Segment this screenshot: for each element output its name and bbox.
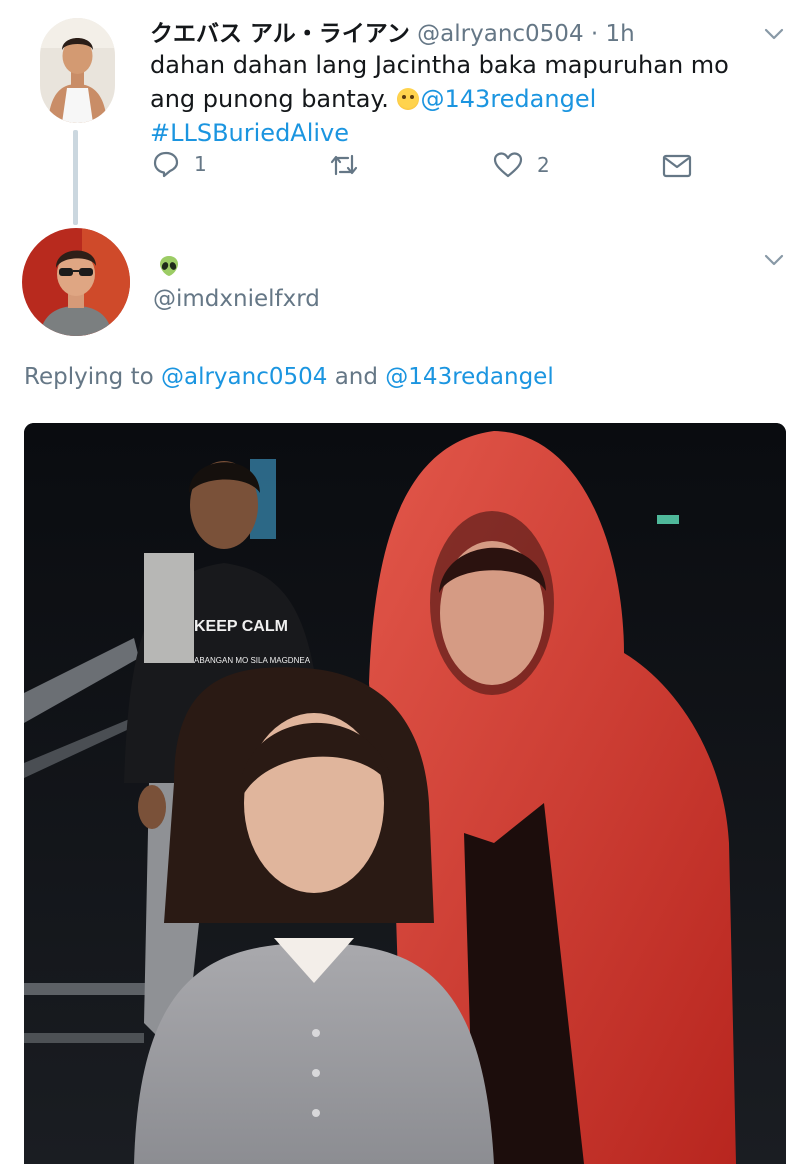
reply-menu-chevron-icon[interactable]: [764, 252, 784, 271]
parent-timestamp[interactable]: 1h: [606, 21, 635, 47]
face-emoji-icon: [396, 88, 419, 110]
alien-emoji-icon: [157, 254, 181, 278]
parent-name-row: クエバス アル・ライアン @alryanc0504 · 1h: [150, 14, 635, 48]
reply-icon: [153, 151, 179, 178]
time-separator: ·: [590, 21, 599, 47]
shirt-text: KEEP CALM: [194, 618, 288, 635]
reply-avatar[interactable]: [22, 228, 130, 336]
parent-avatar[interactable]: [40, 18, 115, 123]
replying-prefix: Replying to: [24, 364, 154, 390]
replying-and: and: [334, 364, 378, 390]
parent-tweet-text: dahan dahan lang Jacintha baka mapuruhan…: [150, 48, 770, 150]
hashtag-link[interactable]: #LLSBuriedAlive: [150, 119, 349, 147]
heart-icon: [493, 152, 523, 178]
envelope-icon: [662, 154, 692, 178]
retweet-action[interactable]: [330, 152, 358, 178]
replying-to: Replying to @alryanc0504 and @143redange…: [24, 364, 554, 390]
shirt-subtext: ABANGAN MO SILA MAGDNEA: [194, 656, 311, 665]
direct-message-action[interactable]: [662, 154, 692, 178]
reply-action[interactable]: 1: [152, 150, 207, 178]
mention-link[interactable]: @143redangel: [421, 85, 597, 113]
retweet-icon: [330, 154, 358, 176]
tweet-photo[interactable]: KEEP CALM ABANGAN MO SILA MAGDNEA: [24, 423, 786, 1164]
replying-user-link[interactable]: @143redangel: [385, 364, 553, 390]
parent-display-name[interactable]: クエバス アル・ライアン: [150, 21, 410, 47]
like-action[interactable]: 2: [493, 151, 550, 179]
reply-count: 1: [194, 152, 207, 176]
thread-line: [73, 130, 78, 225]
replying-user-link[interactable]: @alryanc0504: [161, 364, 327, 390]
parent-menu-chevron-icon[interactable]: [764, 26, 784, 45]
parent-handle[interactable]: @alryanc0504: [417, 21, 583, 47]
like-count: 2: [537, 153, 550, 177]
reply-handle[interactable]: @imdxnielfxrd: [153, 286, 320, 312]
